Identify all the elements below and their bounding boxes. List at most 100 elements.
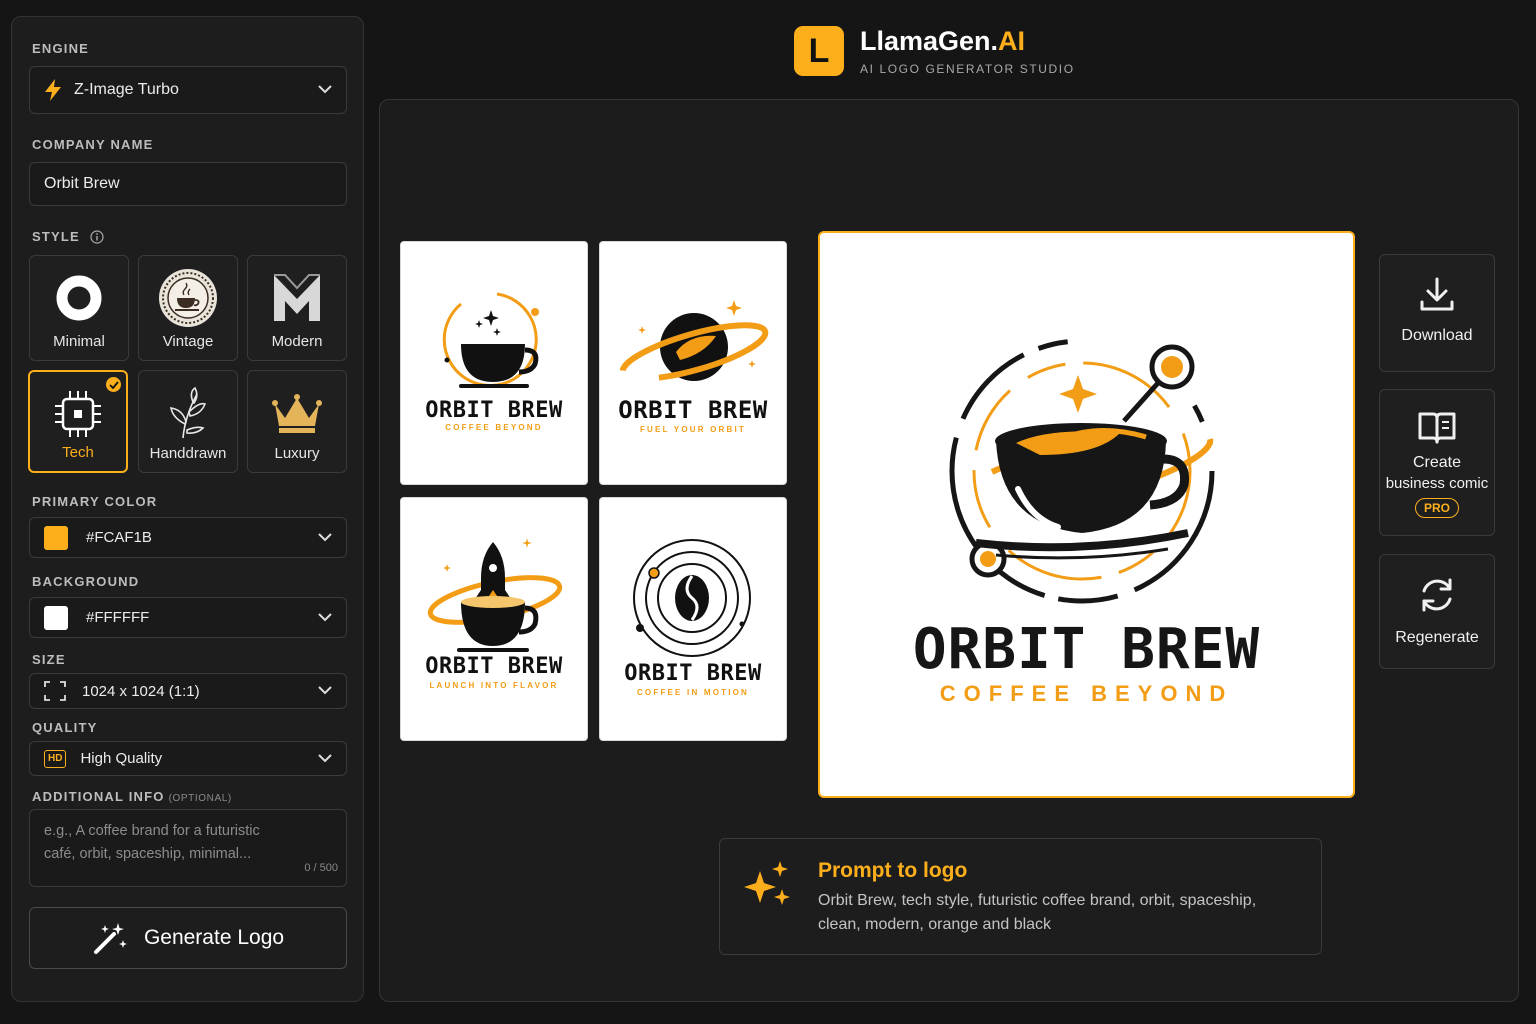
char-counter: 0 / 500 [304,862,338,874]
variant-name: ORBIT BREW [624,661,762,686]
app-name: LlamaGen.AI [860,26,1075,56]
style-card-luxury[interactable]: Luxury [247,370,347,473]
hd-badge: HD [44,749,67,768]
logo-variant-4[interactable]: ORBIT BREW COFFEE IN MOTION [599,497,787,741]
additional-info-textarea[interactable]: e.g., A coffee brand for a futuristic ca… [29,809,347,887]
quality-value: High Quality [80,750,163,767]
size-select[interactable]: 1024 x 1024 (1:1) [29,673,347,709]
placeholder-line-2: café, orbit, spaceship, minimal... [44,846,252,862]
variant-tagline: COFFEE IN MOTION [636,688,750,697]
app-subtitle: AI LOGO GENERATOR STUDIO [860,62,1075,76]
app-name-main: LlamaGen. [860,26,999,56]
chevron-down-icon [318,529,332,547]
selected-logo-preview: ORBIT BREW COFFEE BEYOND [818,231,1355,798]
aspect-frame-icon [44,681,66,701]
chevron-down-icon [318,609,332,627]
style-name: Handdrawn [149,445,227,462]
prompt-to-logo-card: Prompt to logo Orbit Brew, tech style, f… [719,838,1322,955]
generate-logo-label: Generate Logo [143,926,285,949]
logo-variant-2[interactable]: ORBIT BREW FUEL YOUR ORBIT [599,241,787,485]
variant-tagline: LAUNCH INTO FLAVOR [429,681,559,690]
style-card-vintage[interactable]: Vintage [138,255,238,361]
optional-tag: (OPTIONAL) [168,793,232,804]
comic-label-line-2: business comic [1385,475,1489,492]
prompt-text: Orbit Brew, tech style, futuristic coffe… [818,892,1257,933]
variant-tagline: COFFEE BEYOND [445,423,543,432]
vintage-cup-badge-icon [158,269,218,327]
quality-label: QUALITY [32,720,98,735]
background-color-value: #FFFFFF [86,609,150,626]
style-card-handdrawn[interactable]: Handdrawn [138,370,238,473]
chevron-down-icon [318,750,332,768]
company-name-value: Orbit Brew [44,175,120,192]
primary-color-swatch [44,525,68,550]
pro-badge: PRO [1414,498,1459,518]
primary-color-select[interactable]: #FCAF1B [29,517,347,558]
m-monogram-icon [270,270,324,326]
logo-tagline: COFFEE BEYOND [939,681,1234,706]
cup-orbit-emblem [442,292,539,388]
rocket-cup-emblem [427,538,563,652]
circle-ring-icon [54,270,104,326]
orbit-cup-emblem [949,338,1215,604]
app-brand: L LlamaGen.AI AI LOGO GENERATOR STUDIO [794,26,1075,76]
style-label-row: STYLE [32,229,104,244]
logo-variant-1[interactable]: ORBIT BREW COFFEE BEYOND [400,241,588,485]
style-label: STYLE [32,229,80,244]
open-book-icon [1417,410,1457,446]
check-icon [106,377,121,392]
style-name: Minimal [53,333,105,350]
leaf-sprig-icon [163,385,213,441]
crown-icon [269,385,325,441]
app-logo-mark: L [794,26,844,76]
style-card-tech[interactable]: Tech [28,370,128,473]
engine-select[interactable]: Z-Image Turbo [29,66,347,114]
comic-label-line-1: Create [1412,454,1462,471]
planet-ring-emblem [619,300,769,382]
logo-company-name: ORBIT BREW [912,617,1261,682]
additional-info-title: ADDITIONAL INFO [32,789,165,804]
style-card-minimal[interactable]: Minimal [29,255,129,361]
variant-tagline: FUEL YOUR ORBIT [639,425,747,434]
chip-icon [51,386,105,442]
download-button[interactable]: Download [1379,254,1495,372]
logo-variant-3[interactable]: ORBIT BREW LAUNCH INTO FLAVOR [400,497,588,741]
create-business-comic-button[interactable]: Create business comic PRO [1379,389,1495,536]
info-icon[interactable] [90,229,104,244]
additional-info-label: ADDITIONAL INFO (OPTIONAL) [32,789,232,804]
style-name: Tech [62,444,94,461]
company-name-label: COMPANY NAME [32,137,154,152]
refresh-icon [1417,575,1457,615]
style-name: Luxury [274,445,320,462]
primary-color-value: #FCAF1B [86,529,152,546]
size-value: 1024 x 1024 (1:1) [82,682,200,700]
primary-color-label: PRIMARY COLOR [32,494,158,509]
background-label: BACKGROUND [32,574,140,589]
company-name-input[interactable]: Orbit Brew [29,162,347,206]
app-name-suffix: AI [998,26,1026,56]
placeholder-line-1: e.g., A coffee brand for a futuristic [44,823,260,839]
prompt-title: Prompt to logo [818,859,968,882]
background-color-select[interactable]: #FFFFFF [29,597,347,638]
variant-name: ORBIT BREW [425,398,563,423]
magic-wand-icon [92,920,128,956]
variant-name: ORBIT BREW [425,654,563,679]
lightning-icon [44,79,62,101]
variant-name: ORBIT BREW [618,396,768,424]
style-card-modern[interactable]: Modern [247,255,347,361]
engine-value: Z-Image Turbo [74,81,179,98]
style-name: Vintage [162,333,214,350]
regenerate-button[interactable]: Regenerate [1379,554,1495,669]
engine-label: ENGINE [32,41,90,56]
quality-select[interactable]: HD High Quality [29,741,347,776]
bean-orbit-emblem [633,539,751,657]
download-icon [1417,275,1457,315]
regenerate-label: Regenerate [1395,629,1479,646]
chevron-down-icon [318,682,332,700]
download-label: Download [1401,327,1473,344]
settings-panel: ENGINE Z-Image Turbo COMPANY NAME Orbit … [11,16,364,1002]
chevron-down-icon [318,81,332,99]
generate-logo-button[interactable]: Generate Logo [29,907,347,969]
sparkles-icon [742,859,794,911]
background-color-swatch [44,605,68,630]
